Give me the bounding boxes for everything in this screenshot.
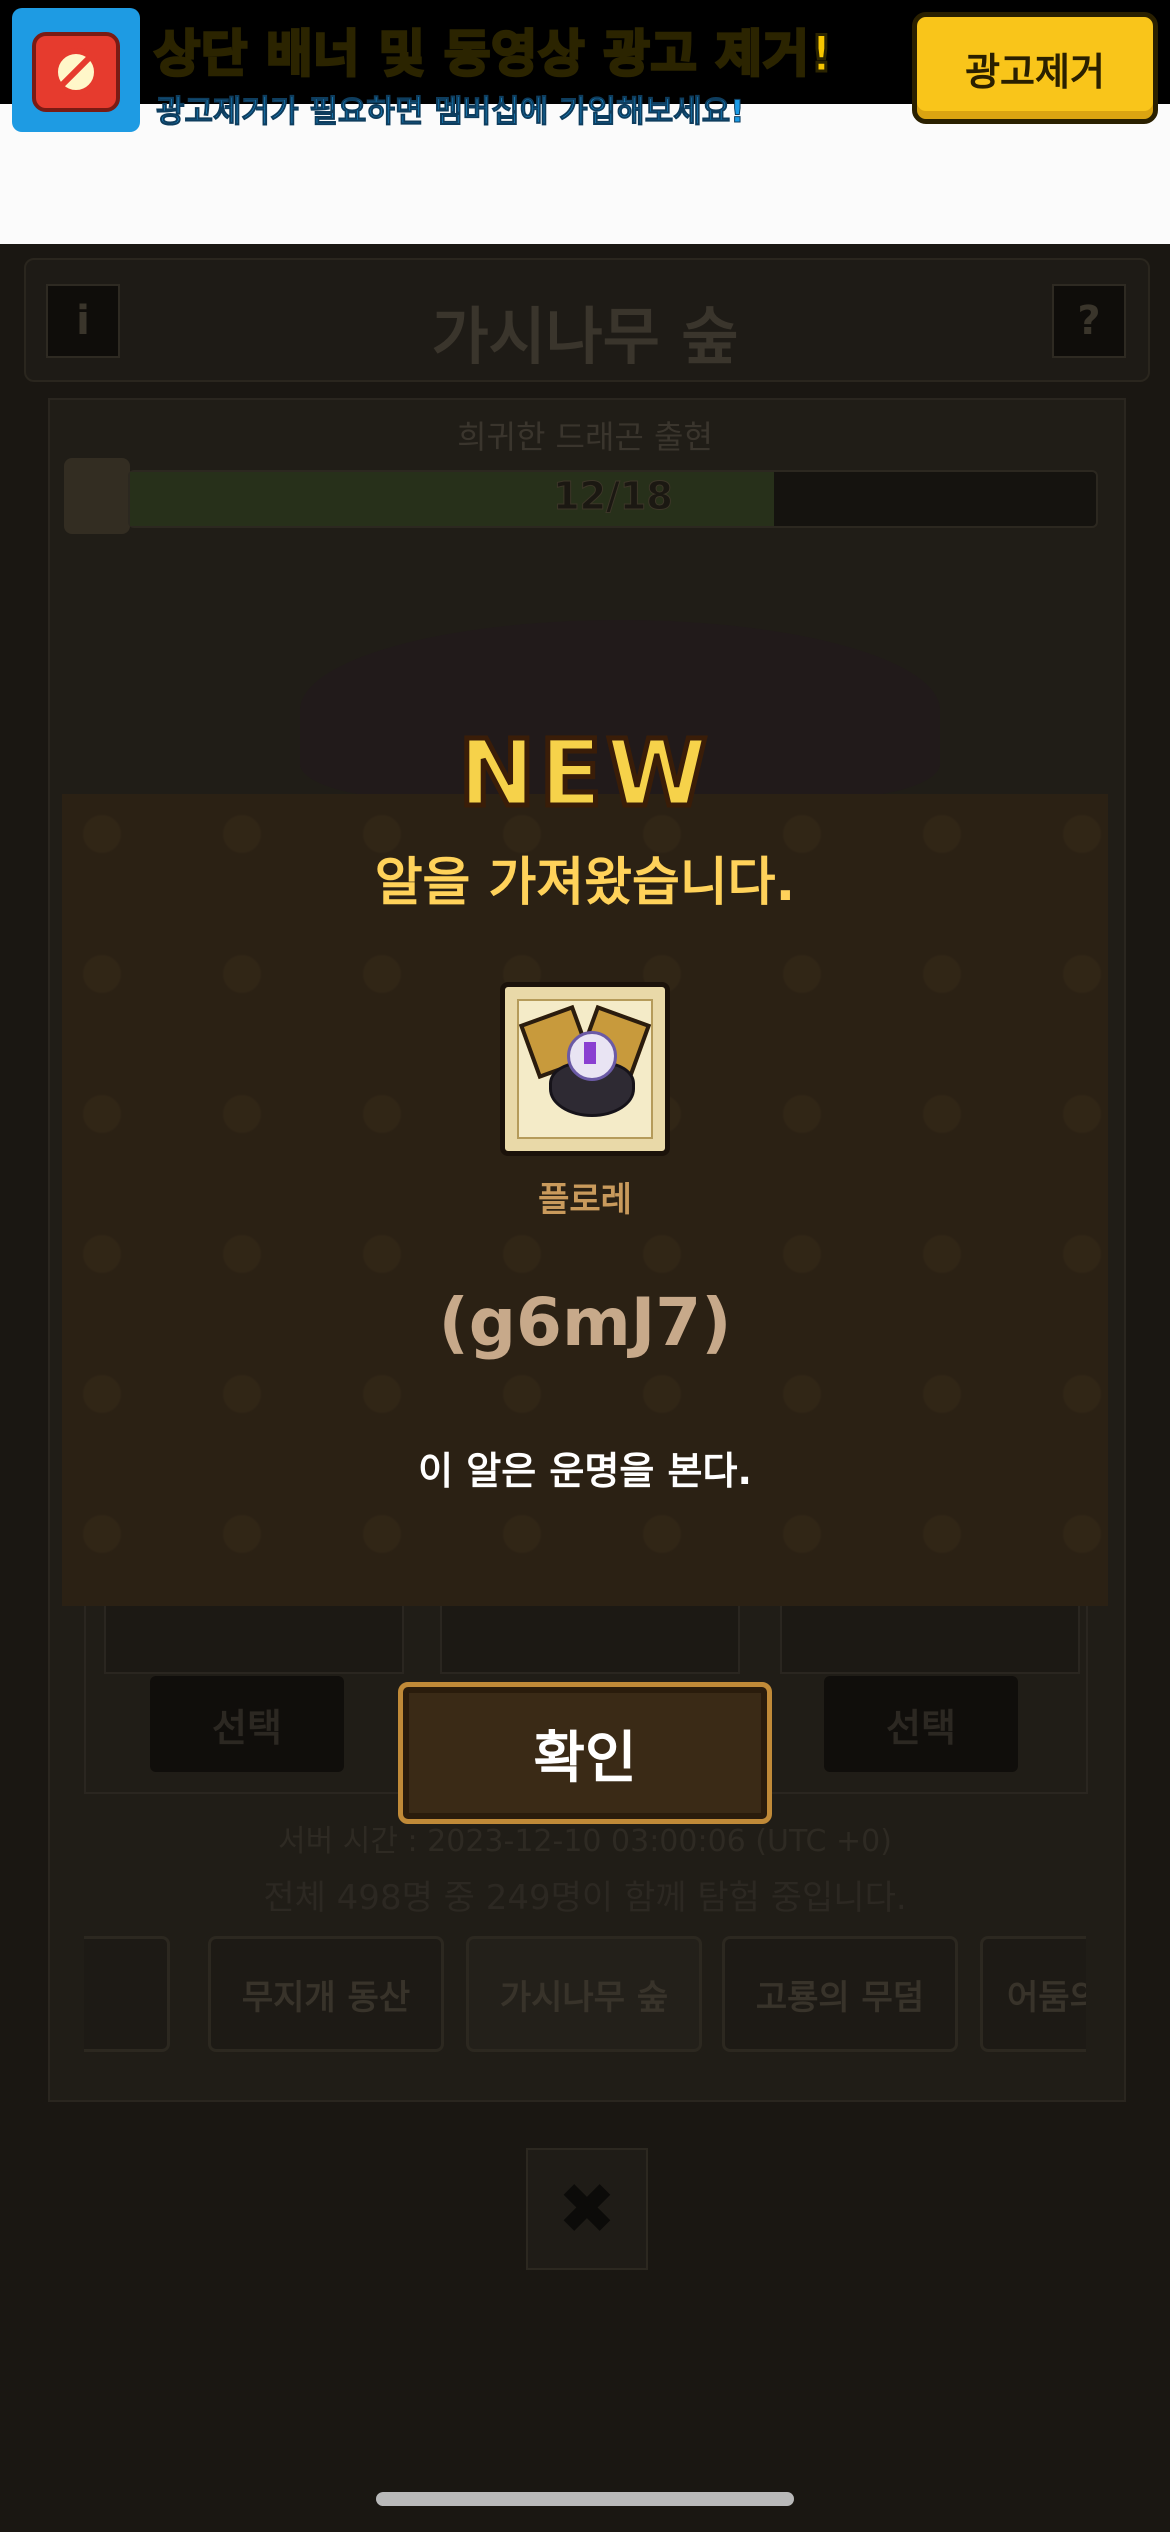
select-button-right[interactable]: 선택 — [824, 1676, 1018, 1772]
tab-dragon-tomb[interactable]: 고룡의 무덤 — [722, 1936, 958, 2052]
tab-thorn-forest[interactable]: 가시나무 숲 — [466, 1936, 702, 2052]
confirm-button[interactable]: 확인 — [398, 1682, 772, 1824]
scroll-icon — [64, 458, 130, 534]
new-badge: NEW — [456, 718, 712, 830]
egg-code: (g6mJ7) — [438, 1284, 732, 1361]
help-button[interactable]: ? — [1052, 284, 1126, 358]
remove-ads-button[interactable]: 광고제거 — [912, 12, 1158, 124]
select-button-left[interactable]: 선택 — [150, 1676, 344, 1772]
tab-darkness[interactable]: 어둠의 — [980, 1936, 1086, 2052]
close-x-icon[interactable]: ✖ — [526, 2148, 648, 2270]
area-tabs: 신전 무지개 동산 가시나무 숲 고룡의 무덤 어둠의 — [84, 1936, 1086, 2058]
area-title: 가시나무 숲 — [431, 300, 739, 373]
egg-name: 플로레 — [538, 1180, 632, 1220]
tab-shrine[interactable]: 신전 — [84, 1936, 170, 2052]
tab-rainbow-hill[interactable]: 무지개 동산 — [208, 1936, 444, 2052]
no-tv-icon — [12, 8, 140, 132]
progress-label: 희귀한 드래곤 출현 — [457, 418, 713, 456]
ad-subtitle: 광고제거가 필요하면 멤버십에 가입해보세요! — [155, 94, 745, 131]
ad-title: 상단 배너 및 동영상 광고 제거! — [153, 24, 835, 85]
progress-text: 12/18 — [553, 474, 674, 519]
egg-description: 이 알은 운명을 본다. — [418, 1449, 752, 1493]
egg-icon — [500, 982, 670, 1156]
modal-title: 알을 가져왔습니다. — [374, 853, 796, 913]
players-count: 전체 498명 중 249명이 함께 탐험 중입니다. — [263, 1878, 907, 1918]
home-indicator[interactable] — [376, 2492, 794, 2506]
